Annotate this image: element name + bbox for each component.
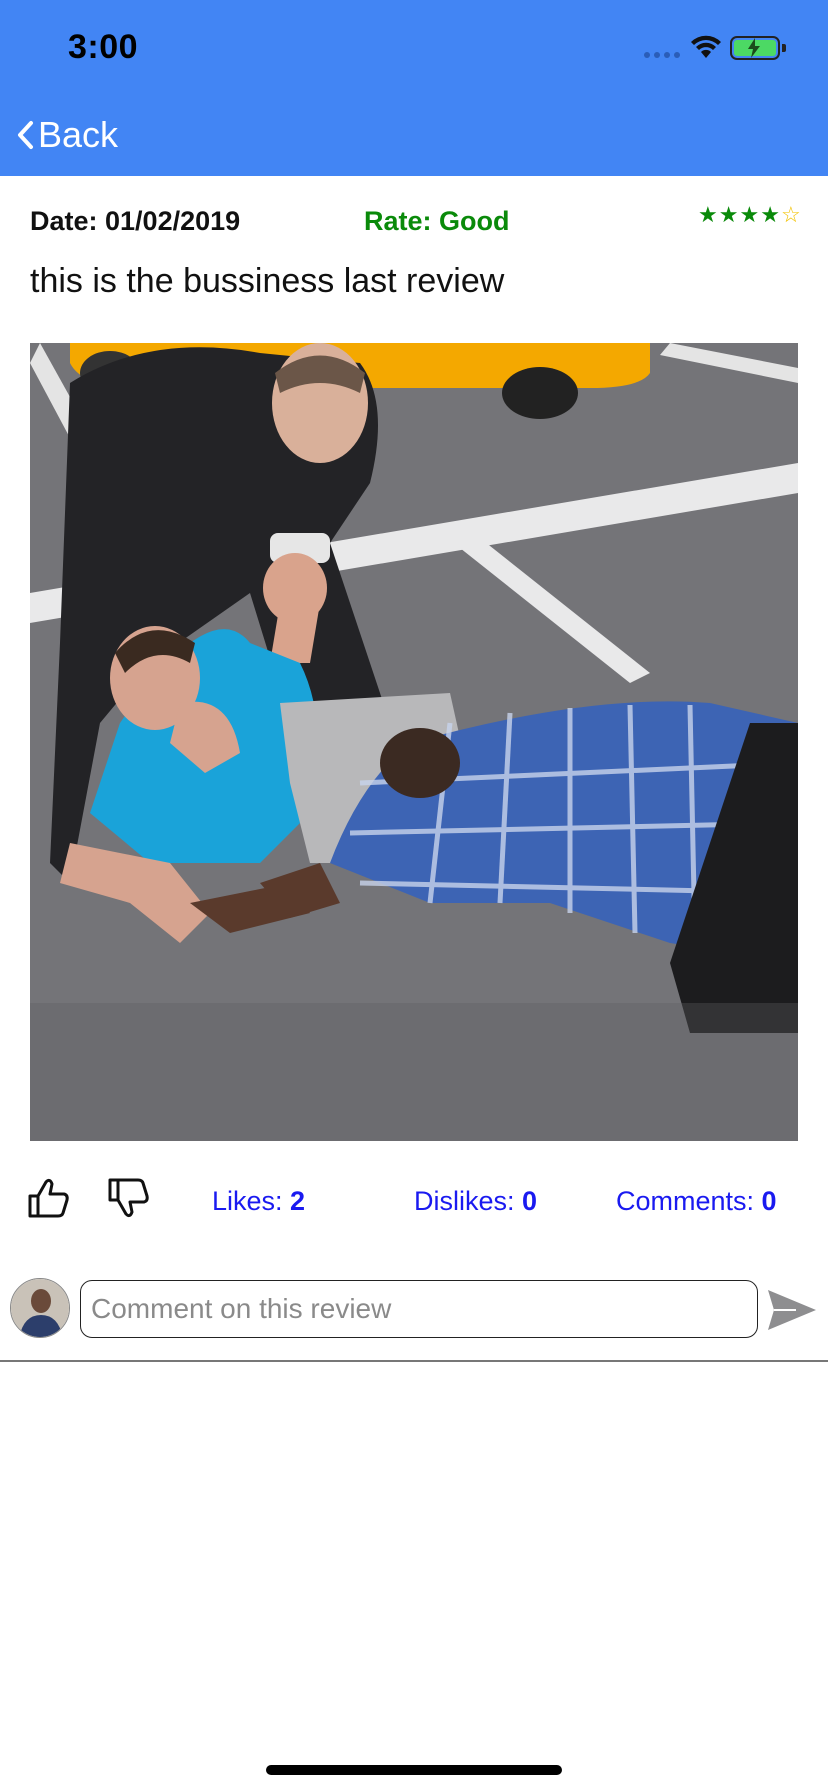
review-photo [30,343,798,1141]
comment-input[interactable] [80,1280,758,1338]
home-indicator[interactable] [266,1765,562,1775]
send-icon[interactable] [766,1288,818,1332]
comments-count[interactable]: Comments: 0 [616,1186,777,1217]
likes-value: 2 [290,1186,306,1216]
star-filled-icon: ★ [718,202,739,227]
signal-dots-icon [644,52,680,58]
status-time: 3:00 [68,28,139,66]
thumbs-down-icon[interactable] [106,1176,150,1220]
dislikes-count[interactable]: Dislikes: 0 [414,1186,537,1217]
wifi-icon [691,35,721,58]
battery-tip [782,44,786,52]
avatar [10,1278,70,1338]
star-filled-icon: ★ [698,202,718,227]
navigation-header: 3:00 Back [0,0,828,176]
dislikes-label: Dislikes: [414,1186,523,1216]
star-empty-icon: ☆ [780,202,801,227]
back-button[interactable]: Back [16,108,118,162]
comment-row [0,1278,828,1340]
thumbs-up-icon[interactable] [26,1176,70,1220]
comments-label: Comments: [616,1186,762,1216]
likes-count[interactable]: Likes: 2 [212,1186,305,1217]
status-icons [644,34,794,64]
back-label: Back [38,114,119,155]
review-rate: Rate: Good [364,206,510,236]
chevron-left-icon [18,121,33,149]
review-text: this is the bussiness last review [30,262,505,300]
review-date: Date: 01/02/2019 [30,206,241,236]
battery-charging-icon [730,36,780,60]
comments-value: 0 [761,1186,777,1216]
dislikes-value: 0 [522,1186,538,1216]
star-filled-icon: ★ [760,202,780,227]
review-action-bar: Likes: 2 Dislikes: 0 Comments: 0 [0,1176,828,1230]
divider [0,1360,828,1362]
star-filled-icon: ★ [739,202,760,227]
photo-illustration [30,343,798,1141]
likes-label: Likes: [212,1186,291,1216]
star-rating: ★ ★ ★ ★ ☆ [698,202,801,228]
